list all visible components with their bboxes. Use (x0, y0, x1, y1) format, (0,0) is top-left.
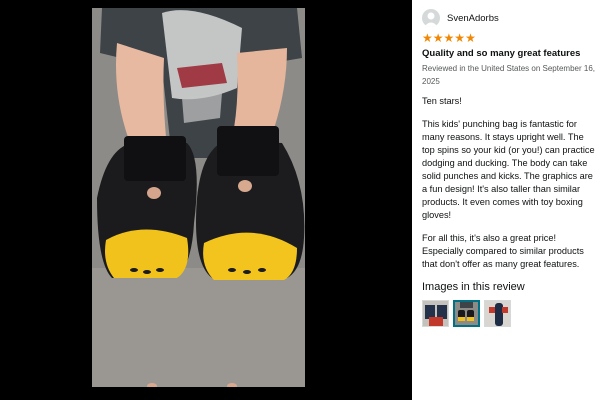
star-rating: ★ ★ ★ ★ ★ (422, 32, 596, 44)
review-paragraph: Ten stars! (422, 96, 462, 106)
star-icon: ★ (432, 31, 444, 45)
review-paragraph: For all this, it's also a great price! E… (422, 233, 584, 269)
review-photo[interactable] (92, 8, 305, 387)
review-body: Ten stars! This kids' punching bag is fa… (422, 95, 596, 271)
review-image-thumbnails (422, 300, 596, 327)
star-icon: ★ (443, 31, 455, 45)
photo-content (92, 8, 305, 387)
review-paragraph: This kids' punching bag is fantastic for… (422, 119, 595, 220)
reviewer-profile[interactable]: SvenAdorbs (422, 8, 596, 28)
star-icon: ★ (454, 31, 466, 45)
review-panel: SvenAdorbs ★ ★ ★ ★ ★ Quality and so many gre… (422, 8, 596, 400)
review-date: Reviewed in the United States on Septemb… (422, 64, 595, 86)
star-icon: ★ (422, 31, 433, 45)
review-title: Quality and so many great features (422, 48, 581, 59)
thumbnail-image[interactable] (422, 300, 449, 327)
user-avatar-icon (422, 9, 440, 27)
image-viewer (0, 0, 412, 400)
reviewer-name[interactable]: SvenAdorbs (447, 13, 499, 24)
images-section-heading: Images in this review (422, 281, 525, 293)
star-icon: ★ (465, 31, 476, 45)
thumbnail-image[interactable] (484, 300, 511, 327)
thumbnail-image-selected[interactable] (453, 300, 480, 327)
